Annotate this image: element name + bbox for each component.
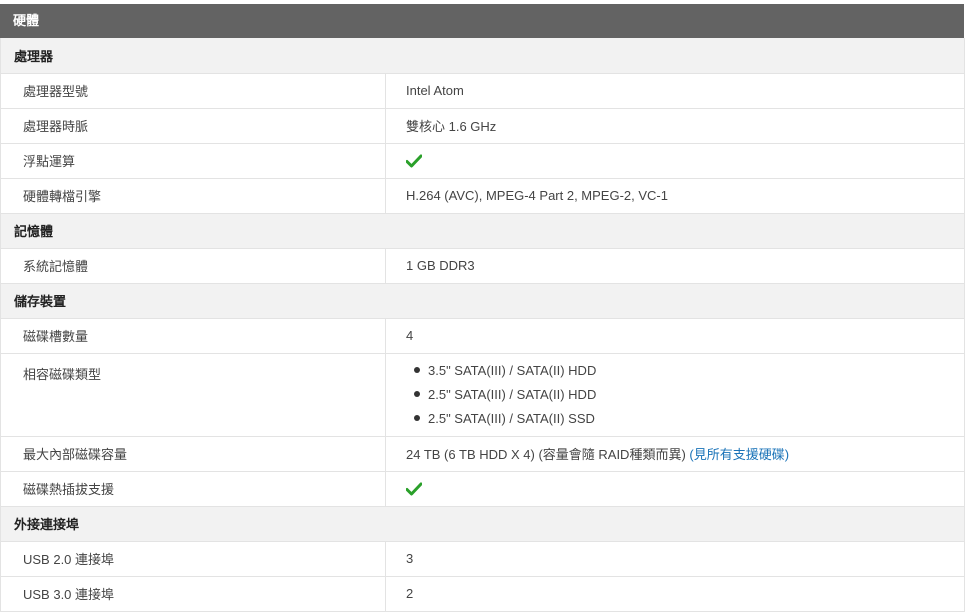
list-item-text: 3.5" SATA(III) / SATA(II) HDD (428, 362, 597, 378)
table-row: 硬體轉檔引擎 H.264 (AVC), MPEG-4 Part 2, MPEG-… (0, 178, 965, 214)
table-row: 處理器型號 Intel Atom (0, 73, 965, 109)
hardware-spec-panel: 硬體 處理器 處理器型號 Intel Atom 處理器時脈 雙核心 1.6 GH… (0, 4, 965, 612)
table-row: 系統記憶體 1 GB DDR3 (0, 248, 965, 284)
row-value: 4 (385, 318, 965, 354)
row-label: 最大內部磁碟容量 (0, 436, 386, 472)
section-storage: 儲存裝置 (0, 283, 965, 319)
drive-type-list: 3.5" SATA(III) / SATA(II) HDD 2.5" SATA(… (406, 362, 963, 434)
list-item-text: 2.5" SATA(III) / SATA(II) HDD (428, 386, 597, 402)
list-item: 2.5" SATA(III) / SATA(II) HDD (406, 386, 963, 410)
row-label: 處理器時脈 (0, 108, 386, 144)
table-row: USB 2.0 連接埠 3 (0, 541, 965, 577)
bullet-icon (414, 415, 420, 422)
row-value: 2 (385, 576, 965, 612)
row-value: Intel Atom (385, 73, 965, 109)
row-value: 雙核心 1.6 GHz (385, 108, 965, 144)
capacity-text: 24 TB (6 TB HDD X 4) (容量會隨 RAID種類而異) (406, 447, 686, 462)
row-label: 浮點運算 (0, 143, 386, 179)
row-label: 磁碟熱插拔支援 (0, 471, 386, 507)
row-label: 磁碟槽數量 (0, 318, 386, 354)
row-value: 3 (385, 541, 965, 577)
row-value: 1 GB DDR3 (385, 248, 965, 284)
supported-drives-link[interactable]: (見所有支援硬碟) (689, 447, 789, 462)
section-title: 記憶體 (0, 213, 965, 249)
row-label: 處理器型號 (0, 73, 386, 109)
bullet-icon (414, 391, 420, 398)
table-row: USB 3.0 連接埠 2 (0, 576, 965, 612)
section-title: 處理器 (0, 38, 965, 74)
table-row: 磁碟槽數量 4 (0, 318, 965, 354)
list-item: 3.5" SATA(III) / SATA(II) HDD (406, 362, 963, 386)
list-item-text: 2.5" SATA(III) / SATA(II) SSD (428, 410, 595, 426)
row-label: 硬體轉檔引擎 (0, 178, 386, 214)
table-row: 浮點運算 (0, 143, 965, 179)
row-label: 系統記憶體 (0, 248, 386, 284)
spec-table: 處理器 處理器型號 Intel Atom 處理器時脈 雙核心 1.6 GHz 浮… (0, 38, 965, 612)
row-value (385, 143, 965, 179)
check-icon (406, 154, 422, 168)
table-row: 處理器時脈 雙核心 1.6 GHz (0, 108, 965, 144)
section-title: 儲存裝置 (0, 283, 965, 319)
table-row: 最大內部磁碟容量 24 TB (6 TB HDD X 4) (容量會隨 RAID… (0, 436, 965, 472)
table-row: 磁碟熱插拔支援 (0, 471, 965, 507)
section-ports: 外接連接埠 (0, 506, 965, 542)
list-item: 2.5" SATA(III) / SATA(II) SSD (406, 410, 963, 434)
row-value: 24 TB (6 TB HDD X 4) (容量會隨 RAID種類而異) (見所… (385, 436, 965, 472)
section-title: 外接連接埠 (0, 506, 965, 542)
table-row: 相容磁碟類型 3.5" SATA(III) / SATA(II) HDD 2.5… (0, 353, 965, 437)
section-memory: 記憶體 (0, 213, 965, 249)
spec-header: 硬體 (0, 4, 964, 38)
bullet-icon (414, 367, 420, 374)
row-value (385, 471, 965, 507)
check-icon (406, 482, 422, 496)
row-label: 相容磁碟類型 (0, 353, 386, 437)
row-label: USB 2.0 連接埠 (0, 541, 386, 577)
row-label: USB 3.0 連接埠 (0, 576, 386, 612)
section-cpu: 處理器 (0, 38, 965, 74)
row-value: H.264 (AVC), MPEG-4 Part 2, MPEG-2, VC-1 (385, 178, 965, 214)
row-value: 3.5" SATA(III) / SATA(II) HDD 2.5" SATA(… (385, 353, 965, 437)
